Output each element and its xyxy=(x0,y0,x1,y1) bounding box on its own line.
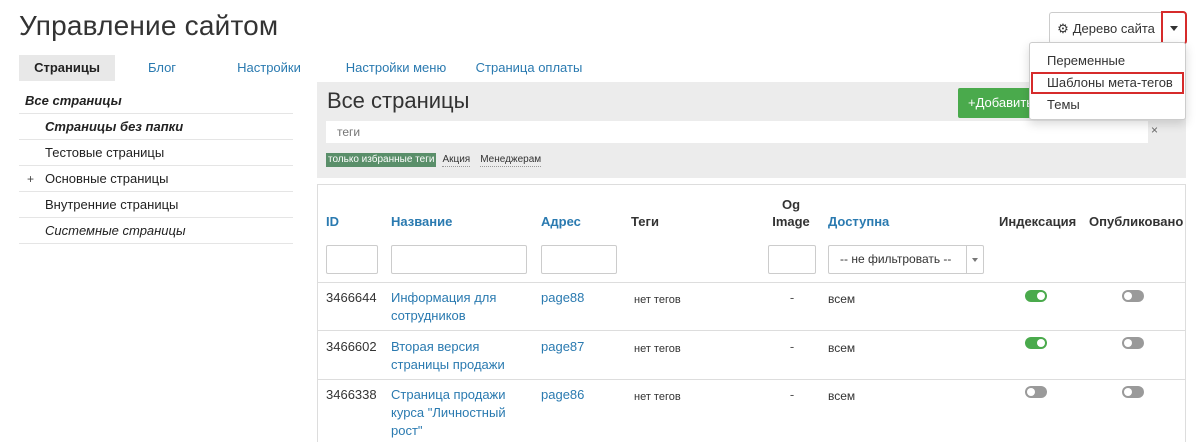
og-header-line1: Og xyxy=(781,197,801,212)
chevron-down-icon xyxy=(966,246,983,273)
access-filter-select[interactable]: -- не фильтровать -- xyxy=(828,245,984,274)
tag-chip[interactable]: Менеджерам xyxy=(480,153,542,167)
row-id: 3466338 xyxy=(326,387,377,402)
row-divider xyxy=(318,379,1185,380)
site-tree-label: Дерево сайта xyxy=(1072,20,1155,36)
section-tabs: Страницы Блог Настройки Настройки меню С… xyxy=(19,55,595,81)
row-id: 3466644 xyxy=(326,290,377,305)
row-og-image: - xyxy=(789,387,795,402)
section-title: Все страницы xyxy=(327,88,470,113)
tag-chip[interactable]: Акция xyxy=(442,153,471,167)
sidebar-item-main-pages[interactable]: + Основные страницы xyxy=(19,166,293,192)
indexing-toggle[interactable] xyxy=(1025,386,1047,398)
published-toggle[interactable] xyxy=(1122,386,1144,398)
row-tags: нет тегов xyxy=(634,343,681,355)
column-header-access[interactable]: Доступна xyxy=(828,214,889,229)
menu-item-variables[interactable]: Переменные xyxy=(1030,50,1185,72)
column-header-og-image: Og Image xyxy=(771,197,811,229)
column-header-indexing: Индексация xyxy=(999,214,1077,229)
column-header-tags: Теги xyxy=(631,214,659,229)
row-tags: нет тегов xyxy=(634,294,681,306)
row-address-link[interactable]: page88 xyxy=(541,289,584,307)
og-image-filter-input[interactable] xyxy=(768,245,816,274)
column-header-published: Опубликовано xyxy=(1089,214,1184,229)
sidebar-item-all-pages[interactable]: Все страницы xyxy=(19,88,293,114)
tab-menu-settings[interactable]: Настройки меню xyxy=(329,55,463,81)
row-name-link[interactable]: Информация для сотрудников xyxy=(391,289,526,325)
column-header-address[interactable]: Адрес xyxy=(541,214,581,229)
sidebar-item-test-pages[interactable]: Тестовые страницы xyxy=(19,140,293,166)
id-filter-input[interactable] xyxy=(326,245,378,274)
row-access: всем xyxy=(828,292,856,306)
plus-icon: + xyxy=(968,95,976,110)
row-access: всем xyxy=(828,389,856,403)
row-address-link[interactable]: page86 xyxy=(541,386,584,404)
folders-sidebar: Все страницы Страницы без папки Тестовые… xyxy=(19,88,293,244)
column-header-id[interactable]: ID xyxy=(326,214,339,229)
row-og-image: - xyxy=(789,339,795,354)
expand-plus-icon[interactable]: + xyxy=(27,166,34,192)
menu-item-meta-templates[interactable]: Шаблоны мета-тегов xyxy=(1031,72,1184,94)
tab-payment-page[interactable]: Страница оплаты xyxy=(463,55,595,81)
tag-filter-chips: только избранные теги Акция Менеджерам xyxy=(326,152,542,168)
tab-blog[interactable]: Блог xyxy=(115,55,209,81)
row-og-image: - xyxy=(789,290,795,305)
site-tree-dropdown-menu: Переменные Шаблоны мета-тегов Темы xyxy=(1029,42,1186,120)
og-header-line2: Image xyxy=(772,214,810,229)
row-id: 3466602 xyxy=(326,339,377,354)
column-header-name[interactable]: Название xyxy=(391,214,452,229)
row-access: всем xyxy=(828,341,856,355)
site-tree-dropdown-toggle[interactable] xyxy=(1161,11,1187,45)
row-divider xyxy=(318,330,1185,331)
sidebar-item-inner-pages[interactable]: Внутренние страницы xyxy=(19,192,293,218)
row-name-link[interactable]: Вторая версия страницы продажи xyxy=(391,338,526,374)
pages-table: ID Название Адрес Теги Og Image Доступна… xyxy=(317,184,1186,442)
tags-filter-input[interactable] xyxy=(326,121,1148,143)
published-toggle[interactable] xyxy=(1122,337,1144,349)
favorite-tags-chip[interactable]: только избранные теги xyxy=(326,153,437,167)
row-name-link[interactable]: Страница продажи курса "Личностный рост" xyxy=(391,386,531,440)
site-tree-button-group: ⚙ Дерево сайта xyxy=(1049,11,1187,45)
sidebar-item-system-pages[interactable]: Системные страницы xyxy=(19,218,293,244)
access-filter-value: -- не фильтровать -- xyxy=(840,252,952,266)
site-tree-button[interactable]: ⚙ Дерево сайта xyxy=(1049,12,1162,44)
page-title: Управление сайтом xyxy=(19,10,279,41)
gear-icon: ⚙ xyxy=(1057,20,1069,36)
add-button-label: Добавить xyxy=(975,95,1034,110)
clear-icon[interactable]: × xyxy=(1151,123,1158,137)
indexing-toggle[interactable] xyxy=(1025,290,1047,302)
indexing-toggle[interactable] xyxy=(1025,337,1047,349)
tab-settings[interactable]: Настройки xyxy=(209,55,329,81)
caret-down-icon xyxy=(1170,25,1178,31)
published-toggle[interactable] xyxy=(1122,290,1144,302)
sidebar-item-no-folder[interactable]: Страницы без папки xyxy=(19,114,293,140)
row-address-link[interactable]: page87 xyxy=(541,338,584,356)
sidebar-item-label: Основные страницы xyxy=(45,171,169,186)
tab-pages[interactable]: Страницы xyxy=(19,55,115,81)
address-filter-input[interactable] xyxy=(541,245,617,274)
row-tags: нет тегов xyxy=(634,391,681,403)
name-filter-input[interactable] xyxy=(391,245,527,274)
row-divider xyxy=(318,282,1185,283)
menu-item-themes[interactable]: Темы xyxy=(1030,94,1185,116)
